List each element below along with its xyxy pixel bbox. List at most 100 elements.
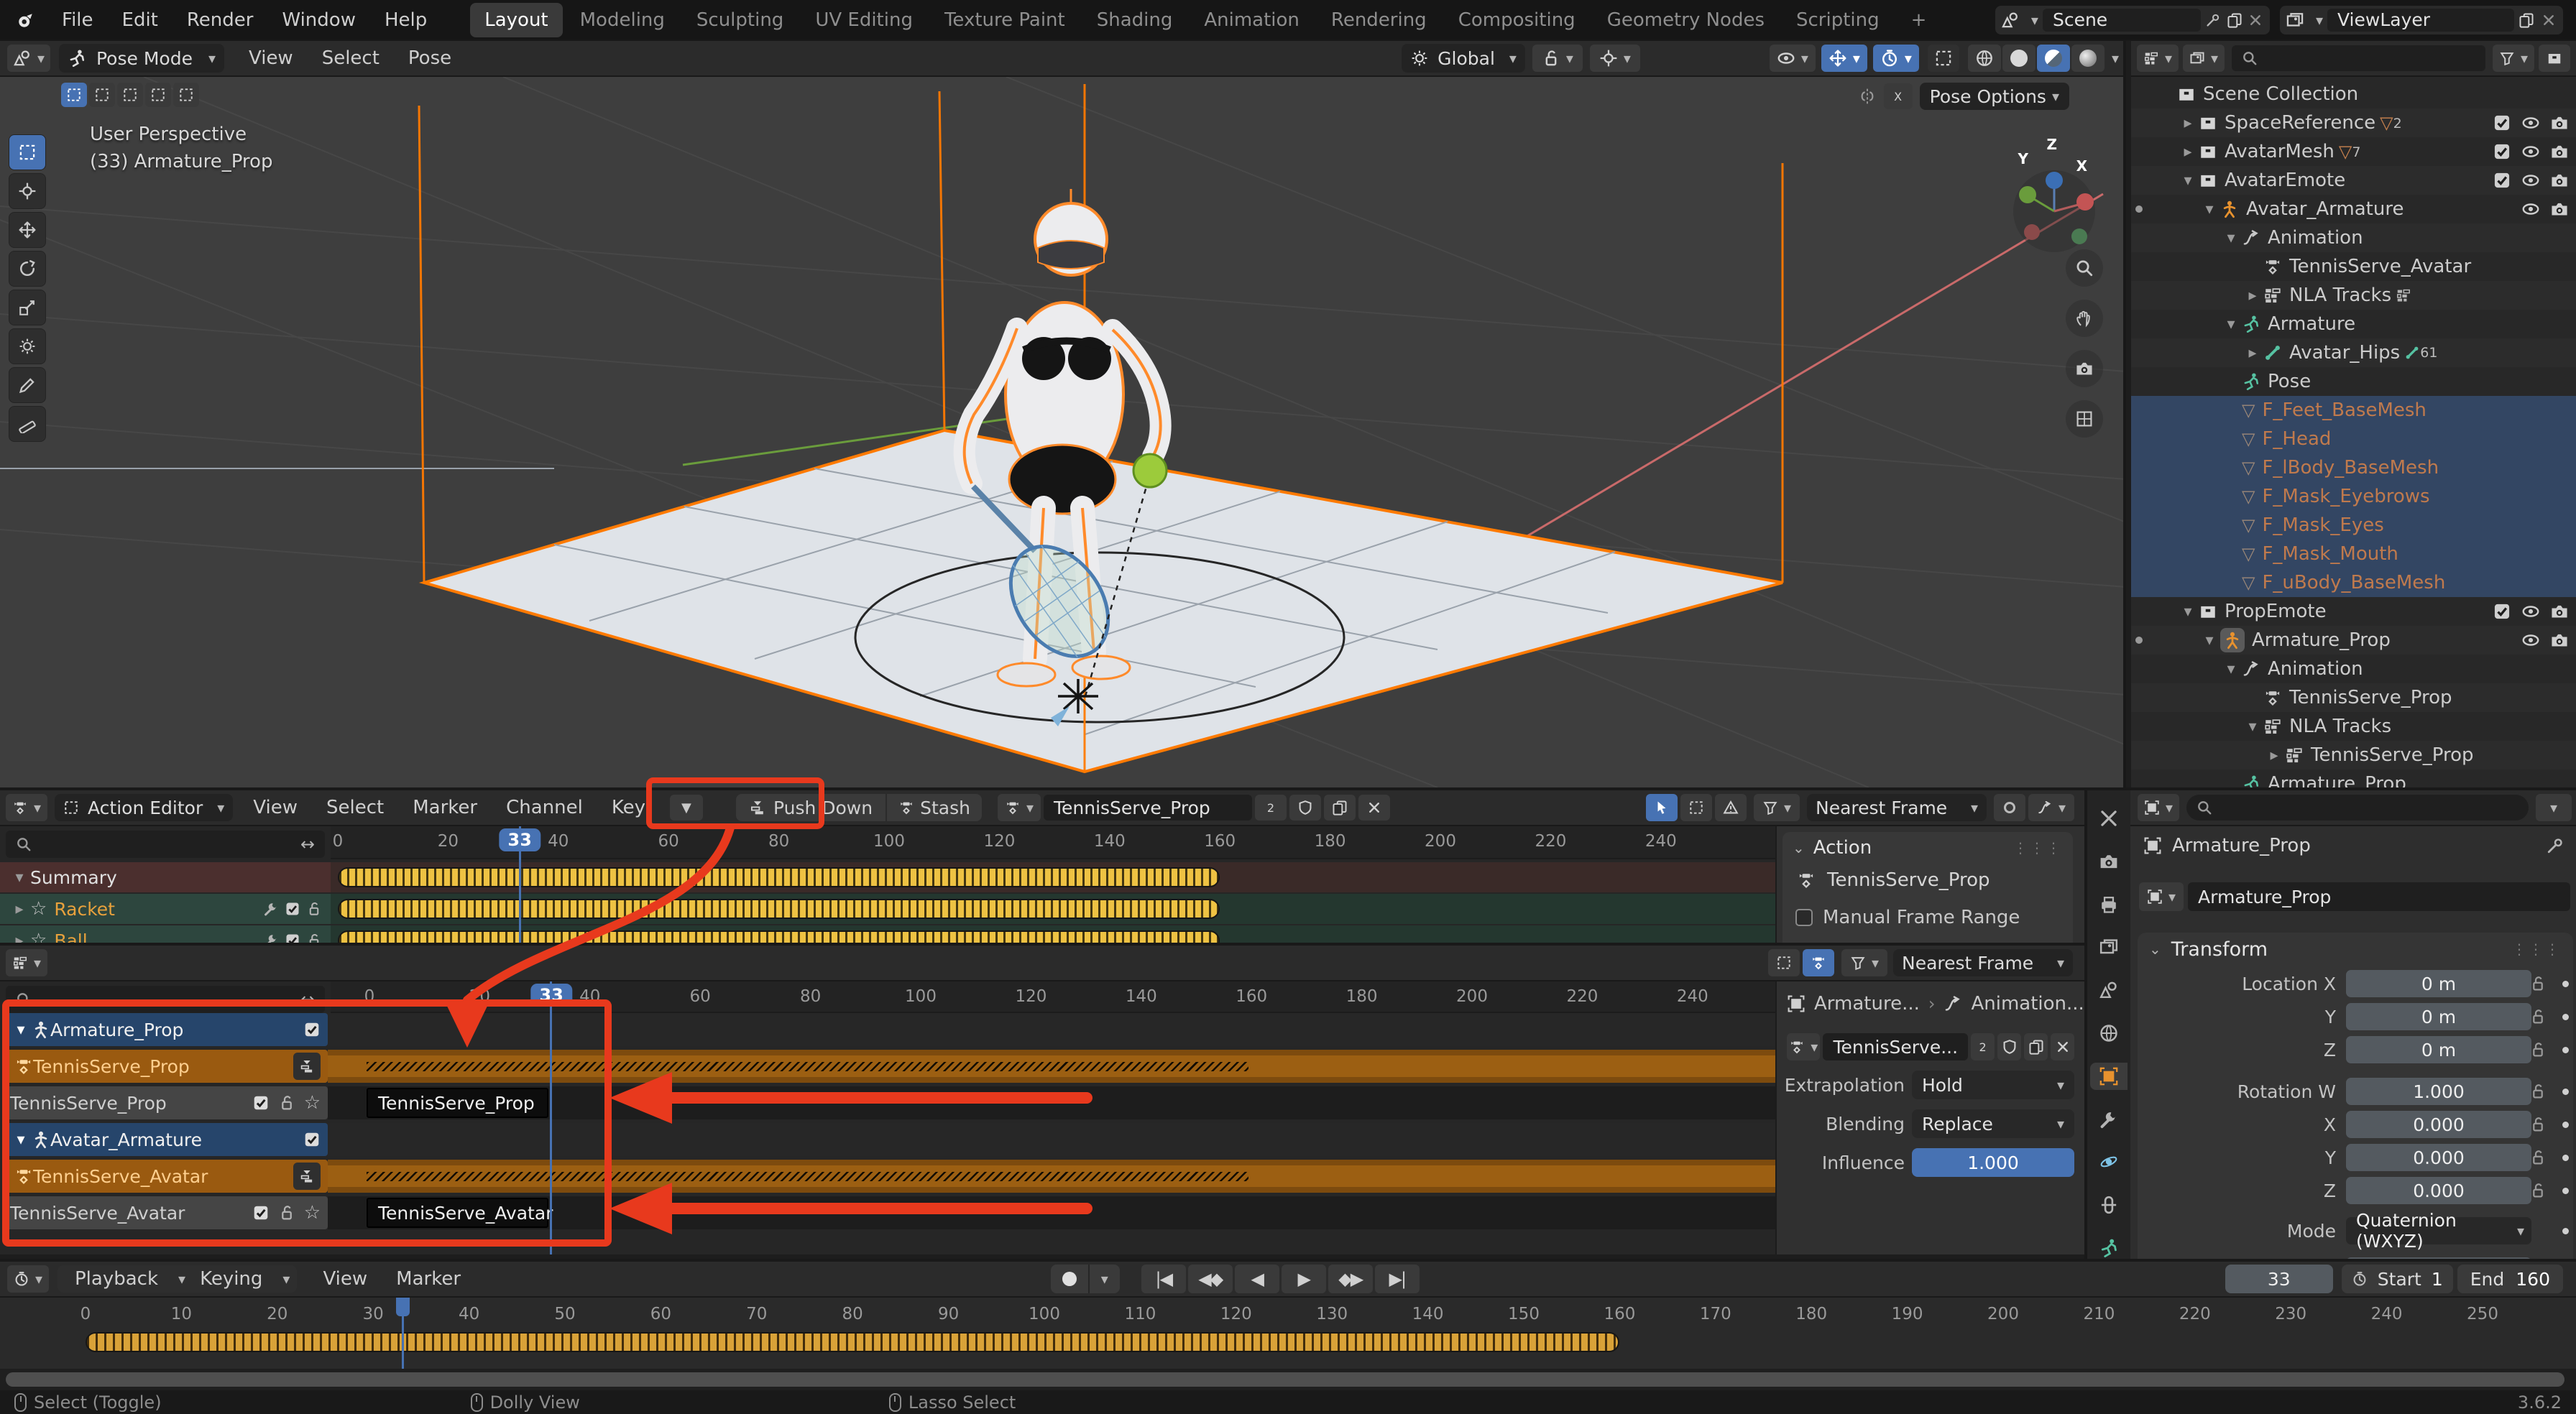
nla-box-select-toggle[interactable] — [1768, 949, 1800, 976]
tool-rotate[interactable] — [9, 251, 46, 287]
outliner-row[interactable]: ▾NLA Tracks — [2131, 712, 2576, 741]
outliner-row[interactable]: ▾Animation — [2131, 223, 2576, 252]
pushdown-mini-button[interactable] — [293, 1053, 321, 1080]
nla-lane[interactable] — [328, 1013, 1775, 1046]
camera-toggle[interactable] — [2550, 631, 2569, 650]
nla-lane[interactable]: TennisServe_Prop — [328, 1086, 1775, 1119]
properties-tab-render[interactable] — [2090, 848, 2128, 875]
manual-range-checkbox[interactable] — [1795, 909, 1813, 926]
dopesheet-mode-dropdown[interactable]: Action Editor▾ — [55, 794, 233, 821]
snap-dropdown[interactable]: Nearest Frame▾ — [1807, 794, 1987, 821]
overlays-toggle[interactable]: ▾ — [1873, 45, 1919, 72]
dope-menu-key[interactable]: Key — [597, 790, 660, 825]
timeline-playhead-cap[interactable] — [396, 1298, 410, 1316]
expand-open-icon[interactable]: ▾ — [10, 1021, 32, 1039]
channel-name[interactable]: ▾Summary — [0, 862, 331, 892]
outliner-editor-button[interactable]: ▾ — [2137, 45, 2179, 72]
nla-channel-name[interactable]: TennisServe_Prop☆ — [3, 1086, 328, 1119]
properties-tab-object-data[interactable] — [2090, 1234, 2128, 1259]
expand-closed-icon[interactable]: ▸ — [2242, 287, 2263, 305]
outliner-search-input[interactable] — [2232, 45, 2485, 71]
expand-closed-icon[interactable]: ▸ — [2242, 344, 2263, 362]
selection-filter-toggle[interactable] — [1646, 794, 1678, 821]
pin-icon[interactable] — [2546, 836, 2564, 855]
property-value[interactable]: 0.000 — [2346, 1144, 2531, 1171]
nla-channel-object[interactable]: ▾Avatar_Armature — [0, 1123, 2084, 1156]
mute-checkbox[interactable] — [303, 1131, 321, 1148]
close-icon[interactable] — [2542, 11, 2556, 29]
shading-wireframe-button[interactable] — [1968, 45, 2001, 72]
nla-channel-track[interactable]: TennisServe_Prop☆ TennisServe_Prop — [0, 1086, 2084, 1119]
nla-filter-button[interactable]: ▾ — [1841, 949, 1887, 976]
expand-open-icon[interactable]: ▾ — [10, 1131, 32, 1149]
viewlayer-name[interactable]: ViewLayer — [2327, 9, 2514, 32]
properties-tab-view-layer[interactable] — [2090, 933, 2128, 961]
snap-toggle[interactable]: ▾ — [1532, 45, 1583, 72]
viewlayer-selector[interactable]: ▾ ViewLayer — [2280, 6, 2563, 34]
tab-compositing[interactable]: Compositing — [1444, 3, 1590, 37]
field-value[interactable]: Replace▾ — [1912, 1109, 2074, 1138]
expand-open-icon[interactable]: ▾ — [2242, 718, 2263, 736]
auto-key-button[interactable] — [1051, 1265, 1088, 1293]
properties-tab-tool[interactable] — [2090, 805, 2128, 832]
channel-name[interactable]: ▸☆Racket — [0, 894, 331, 924]
nla-snap-dropdown[interactable]: Nearest Frame▾ — [1893, 949, 2073, 976]
tool-select-box[interactable] — [9, 134, 46, 170]
errors-filter-toggle[interactable] — [1715, 794, 1747, 821]
property-value[interactable]: 1.000 — [2346, 1078, 2531, 1105]
object-name-field[interactable]: Armature_Prop — [2188, 882, 2570, 911]
outliner-row[interactable]: ▾Avatar_Armature — [2131, 195, 2576, 223]
nla-strip[interactable]: TennisServe_Prop — [367, 1088, 548, 1118]
animate-dot[interactable] — [2562, 1089, 2569, 1095]
tab-texture-paint[interactable]: Texture Paint — [930, 3, 1080, 37]
breadcrumb-object[interactable]: Armature... — [1814, 993, 1920, 1015]
editor-type-button[interactable]: ▾ — [7, 45, 50, 72]
nla-ruler[interactable]: 02040608010012014016018020022024033 — [331, 981, 1775, 1013]
viewport-menu-select[interactable]: Select — [308, 41, 394, 75]
nav-hand-button[interactable] — [2066, 300, 2103, 337]
tool-scale[interactable] — [9, 290, 46, 325]
dope-channel-ball[interactable]: ▸☆Ball — [0, 925, 2084, 943]
playhead[interactable] — [519, 826, 521, 943]
outliner-row[interactable]: ▽F_Mask_Eyebrows — [2131, 482, 2576, 511]
gizmo-z-label[interactable]: Z — [2046, 136, 2057, 153]
menu-help[interactable]: Help — [370, 3, 441, 37]
play-button[interactable]: ▶ — [1282, 1265, 1326, 1293]
outliner-row[interactable]: ▽F_uBody_BaseMesh — [2131, 568, 2576, 597]
panel-collapse-icon[interactable]: ⌄ — [2149, 941, 2161, 958]
camera-toggle[interactable] — [2550, 200, 2569, 218]
nla-lane[interactable] — [328, 1123, 1775, 1156]
animate-dot[interactable] — [2562, 1228, 2569, 1234]
copy-icon[interactable] — [2227, 11, 2242, 29]
outliner-row[interactable]: Pose — [2131, 367, 2576, 396]
animate-dot[interactable] — [2562, 1122, 2569, 1128]
outliner-row[interactable]: TennisServe_Prop — [2131, 683, 2576, 712]
tab-modeling[interactable]: Modeling — [566, 3, 679, 37]
outliner-row[interactable]: ▽F_Head — [2131, 425, 2576, 453]
tab-rendering[interactable]: Rendering — [1317, 3, 1441, 37]
blender-logo[interactable] — [16, 11, 34, 29]
keyframe-band[interactable] — [338, 899, 1220, 919]
tool-cursor[interactable] — [9, 173, 46, 209]
nav-camera-button[interactable] — [2066, 350, 2103, 387]
tool-move[interactable] — [9, 212, 46, 248]
dopesheet-editor-button[interactable]: ▾ — [6, 794, 47, 821]
expand-open-icon[interactable]: ▾ — [2199, 200, 2220, 218]
track-checkbox[interactable] — [252, 1094, 270, 1112]
outliner-row[interactable]: ▽F_Feet_BaseMesh — [2131, 396, 2576, 425]
animate-dot[interactable] — [2562, 1047, 2569, 1053]
properties-tab-scene[interactable] — [2090, 976, 2128, 1004]
nla-strip[interactable]: TennisServe_Avatar — [367, 1198, 548, 1228]
next-keyframe-button[interactable]: ◆▶ — [1328, 1265, 1373, 1293]
timeline-editor-button[interactable]: ▾ — [7, 1265, 49, 1293]
field-value[interactable]: Hold▾ — [1912, 1071, 2074, 1099]
expand-open-icon[interactable]: ▾ — [2199, 632, 2220, 650]
eye-toggle[interactable] — [2521, 602, 2540, 621]
tool-annotate[interactable] — [9, 367, 46, 403]
check-toggle[interactable] — [2493, 114, 2511, 132]
outliner-row[interactable]: ▾AvatarEmote — [2131, 166, 2576, 195]
timeline-marker-menu[interactable]: Marker — [382, 1262, 475, 1296]
properties-editor-button[interactable]: ▾ — [2138, 794, 2179, 821]
falloff-dropdown[interactable]: ▾ — [2028, 794, 2074, 821]
expand-closed-icon[interactable]: ▸ — [2263, 747, 2285, 764]
